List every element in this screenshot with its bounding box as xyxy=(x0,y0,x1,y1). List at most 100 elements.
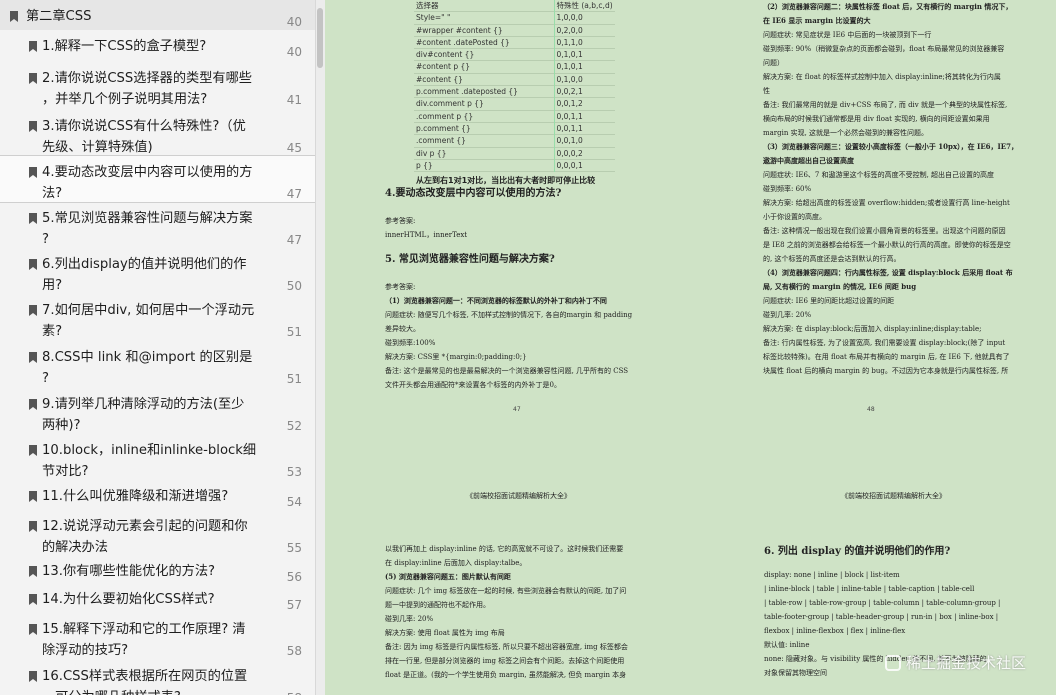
table-row: #content p {} 0,1,0,1 xyxy=(414,60,615,74)
outline-item-title: 3.请你说说CSS有什么特殊性?（优 xyxy=(42,119,246,134)
text-line: 问题症状: 常见症状是 IE6 中后面的一块被顶到下一行 xyxy=(763,31,932,39)
text-line: 横向布局的时候我们通常都是用 div float 实现的, 横向的间距设置如果用 xyxy=(763,115,990,123)
text-line: 问题） xyxy=(763,59,784,67)
outline-item[interactable]: 2.请你说说CSS选择器的类型有哪些 ，并举几个例子说明其用法? 41 xyxy=(0,62,315,108)
table-cell: 0,0,1,1 xyxy=(556,111,583,121)
page-47-text: 4.要动态改变层中内容可以使用的方法? 参考答案: innerHTML，inne… xyxy=(385,186,665,392)
bookmark-icon xyxy=(28,120,38,133)
bookmark-icon xyxy=(28,72,38,85)
table-row: p {} 0,0,0,1 xyxy=(414,159,615,172)
outline-page-number: 53 xyxy=(286,465,302,479)
text-line: 备注: 这种情况一般出现在我们设置小圆角背景的标签里。出现这个问题的原因 xyxy=(763,227,1006,235)
text-line: 问题症状: IE6 里的间距比超过设置的间距 xyxy=(763,297,895,305)
table-row: Style=" " 1,0,0,0 xyxy=(414,11,615,25)
outline-page-number: 57 xyxy=(286,598,302,612)
outline-item[interactable]: 6.列出display的值并说明他们的作 用? 50 xyxy=(0,248,315,294)
outline-chapter[interactable]: 第二章CSS 40 xyxy=(0,0,315,30)
outline-item[interactable]: 10.block，inline和inlinke-block细 节对比? 53 xyxy=(0,434,315,480)
text-line: 碰到频率: 90%（稍微复杂点的页面都会碰到，float 布局最常见的浏览器兼容 xyxy=(763,45,1005,53)
bookmark-icon xyxy=(28,304,38,317)
text-line: 差异较大。 xyxy=(385,325,420,333)
outline-item[interactable]: 16.CSS样式表根据所在网页的位置 ，可分为哪几种样式表? 58 xyxy=(0,660,315,695)
text-line: 碰到几率: 20% xyxy=(385,615,434,623)
outline-item[interactable]: 8.CSS中 link 和@import 的区别是? 51 xyxy=(0,341,315,387)
table-header-cell: 选择器 xyxy=(414,0,555,12)
section-title: (5) 浏览器兼容问题五：图片默认有间距 xyxy=(385,572,511,581)
outline-page-number: 56 xyxy=(286,570,302,584)
section-title: （4）浏览器兼容问题四：行内属性标签, 设置 display:block 后采用… xyxy=(763,268,1013,277)
section-title: 局, 又有横行的 margin 的情况, IE6 间距 bug xyxy=(763,282,917,291)
outline-item-title: ，可分为哪几种样式表? xyxy=(42,687,181,695)
outline-item[interactable]: 13.你有哪些性能优化的方法? 56 xyxy=(0,555,315,584)
text-line: 在 display:inline 后面加入 display:talbe。 xyxy=(385,559,527,567)
outline-item[interactable]: 4.要动态改变层中内容可以使用的方 法? 47 xyxy=(0,155,315,203)
q4-answer: innerHTML，innerText xyxy=(385,231,468,239)
outline-item-title: 14.为什么要初始化CSS样式? xyxy=(42,592,215,607)
outline-item[interactable]: 15.解释下浮动和它的工作原理? 清除浮动的技巧? 58 xyxy=(0,613,315,658)
text-line: margin 实现, 这就是一个必然会碰到的兼容性问题。 xyxy=(763,129,929,137)
text-line: 文件开头都会用通配符*来设置各个标签的内外补丁是0。 xyxy=(385,381,561,389)
outline-item-title: 法? xyxy=(42,186,63,201)
table-cell: .comment {} xyxy=(414,134,555,148)
outline-page-number: 40 xyxy=(286,45,302,59)
q5-heading: 5. 常见浏览器兼容性问题与解决方案? xyxy=(385,254,555,265)
outline-item[interactable]: 12.说说浮动元素会引起的问题和你 的解决办法 55 xyxy=(0,510,315,555)
outline-item[interactable]: 5.常见浏览器兼容性问题与解决方案? 47 xyxy=(0,202,315,248)
bookmark-icon xyxy=(9,10,19,23)
page-header: 《前端校招面试题精编解析大全》 xyxy=(841,492,946,500)
table-cell: Style=" " xyxy=(414,11,555,25)
text-line: | inline-block | table | inline-table | … xyxy=(764,585,975,593)
text-line: 碰到频率: 60% xyxy=(763,185,812,193)
outline-item-title: ? xyxy=(42,232,49,247)
outline-scrollbar[interactable] xyxy=(316,0,325,695)
text-line: 备注: 这个是最常见的也是最易解决的一个浏览器兼容性问题, 几乎所有的 CSS xyxy=(385,367,629,375)
outline-page-number: 40 xyxy=(286,15,302,29)
outline-item-title: 15.解释下浮动和它的工作原理? 清 xyxy=(42,622,246,637)
table-cell: p.comment {} xyxy=(414,122,555,135)
section-title: （3）浏览器兼容问题三：设置较小高度标签（一般小于 10px），在 IE6，IE… xyxy=(763,142,1019,151)
table-cell: 0,1,0,0 xyxy=(556,74,583,84)
text-line: 碰到频率:100% xyxy=(385,339,436,347)
q6-heading: 6. 列出 display 的值并说明他们的作用? xyxy=(764,546,951,557)
outline-item[interactable]: 11.什么叫优雅降级和渐进增强? 54 xyxy=(0,480,315,510)
outline-item-title: 12.说说浮动元素会引起的问题和你 xyxy=(42,519,248,534)
outline-page-number: 58 xyxy=(272,691,302,695)
table-cell: 0,1,0,1 xyxy=(556,50,583,60)
table-row: div#content {} 0,1,0,1 xyxy=(414,48,615,61)
outline-item-title: 用? xyxy=(42,278,63,293)
outline-item[interactable]: 14.为什么要初始化CSS样式? 57 xyxy=(0,583,315,613)
table-cell: div#content {} xyxy=(414,48,555,61)
document-viewer[interactable]: 选择器 特殊性 (a,b,c,d) Style=" " 1,0,0,0 #wrappe… xyxy=(326,0,1056,695)
outline-item[interactable]: 1.解释一下CSS的盒子模型? 40 xyxy=(0,30,315,60)
outline-item-title: 5.常见浏览器兼容性问题与解决方案 xyxy=(42,211,253,226)
table-cell: 0,1,0,1 xyxy=(556,62,583,72)
page-number: 48 xyxy=(867,406,875,413)
table-cell: .comment p {} xyxy=(414,110,555,123)
outline-page-number: 51 xyxy=(286,325,302,339)
bookmark-icon xyxy=(28,565,38,578)
text-line: 解决方案: 给超出高度的标签设置 overflow:hidden;或者设置行高 … xyxy=(763,199,1010,207)
outline-page-number: 50 xyxy=(286,279,302,293)
table-cell: 1,0,0,0 xyxy=(556,13,583,23)
table-row: div.comment p {} 0,0,1,2 xyxy=(414,97,615,111)
outline-item[interactable]: 3.请你说说CSS有什么特殊性?（优 先级、计算特殊值) 45 xyxy=(0,110,315,156)
outline-item-title: 7.如何居中div, 如何居中一个浮动元 xyxy=(42,303,255,318)
table-row: .comment {} 0,0,1,0 xyxy=(414,134,615,148)
text-line: table-footer-group | table-header-group … xyxy=(764,613,999,621)
outline-page-number: 54 xyxy=(286,495,302,509)
scrollbar-thumb[interactable] xyxy=(317,8,323,68)
outline-item-title: 9.请列举几种清除浮动的方法(至少 xyxy=(42,397,245,412)
table-cell: 0,0,0,1 xyxy=(556,160,583,170)
outline-item-title: 先级、计算特殊值) xyxy=(42,140,153,155)
section-title: 在 IE6 显示 margin 比设置的大 xyxy=(763,16,871,25)
outline-item-title: 除浮动的技巧? xyxy=(42,643,129,658)
text-line: 性 xyxy=(763,87,770,95)
outline-item-title: 6.列出display的值并说明他们的作 xyxy=(42,257,247,272)
text-line: display: none | inline | block | list-it… xyxy=(764,571,900,579)
outline-item[interactable]: 7.如何居中div, 如何居中一个浮动元 素? 51 xyxy=(0,294,315,340)
q4-heading: 4.要动态改变层中内容可以使用的方法? xyxy=(385,188,562,199)
juejin-logo-icon xyxy=(885,655,901,671)
outline-item[interactable]: 9.请列举几种清除浮动的方法(至少 两种)? 52 xyxy=(0,388,315,434)
specificity-table: 选择器 特殊性 (a,b,c,d) Style=" " 1,0,0,0 #wrappe… xyxy=(414,0,615,172)
bookmark-icon xyxy=(28,593,38,606)
